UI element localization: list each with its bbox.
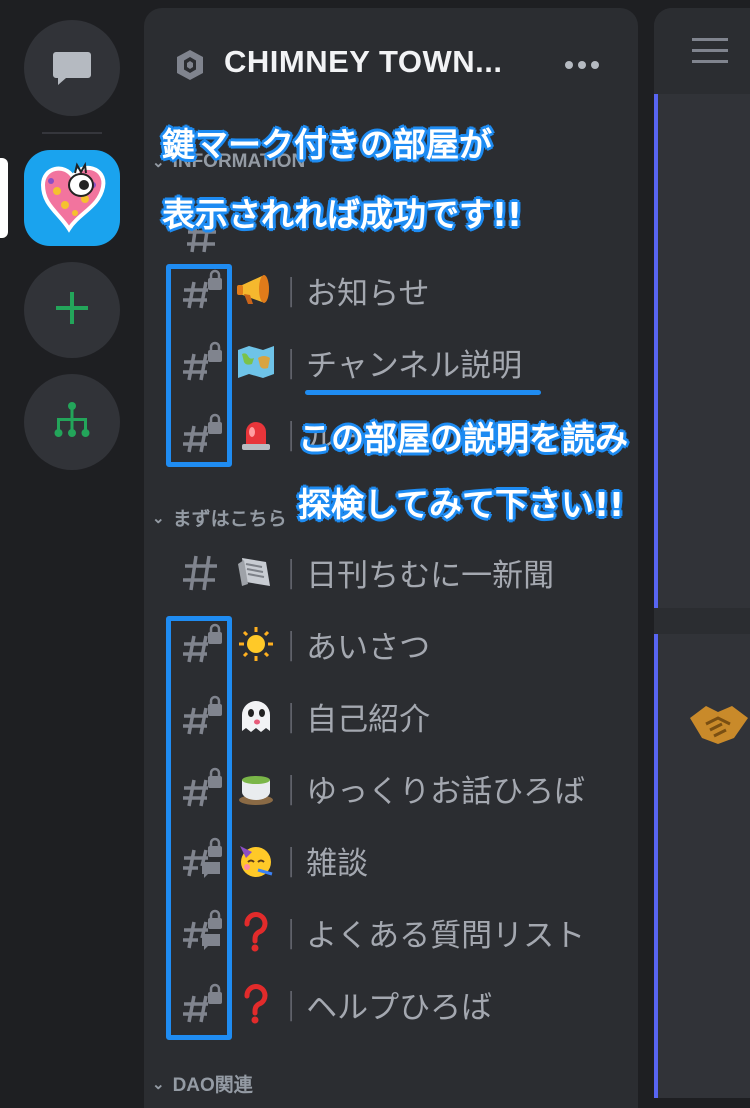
channel-divider: | — [286, 554, 297, 590]
category-start-here[interactable]: ⌄ まずはこちら — [152, 504, 287, 531]
channel-name: 雑談 — [306, 845, 369, 882]
category-label: DAO関連 — [172, 1075, 253, 1096]
channel-row[interactable]: | チャンネル説明 — [174, 332, 614, 392]
channel-divider: | — [286, 626, 297, 662]
newspaper-icon — [232, 548, 280, 596]
channel-name: あいさつ — [306, 629, 431, 666]
server-name: CHIMNEY TOWN... — [224, 44, 503, 79]
chat-area — [654, 8, 750, 1098]
channel-divider: | — [286, 842, 297, 878]
channel-name: ヘルプひろば — [306, 989, 493, 1026]
server-rail — [0, 0, 140, 1097]
annotation-top-line1: 鍵マーク付きの部屋が — [162, 125, 492, 164]
channel-divider: | — [286, 914, 297, 950]
highlight-box-locked-channels — [166, 264, 232, 467]
channel-divider: | — [286, 416, 297, 452]
channel-description-underline — [305, 390, 541, 395]
server-logo-icon — [31, 155, 113, 241]
channel-row[interactable]: | 自己紹介 — [174, 686, 614, 746]
party-face-icon — [232, 836, 280, 884]
channel-row[interactable]: | あいさつ — [174, 614, 614, 674]
channel-row[interactable]: | よくある質問リスト — [174, 902, 614, 962]
channel-name: お知らせ — [306, 275, 430, 312]
question-mark-icon — [232, 908, 280, 956]
explore-servers-button[interactable] — [24, 374, 120, 470]
chat-divider — [654, 608, 750, 634]
channel-name: よくある質問リスト — [306, 917, 586, 954]
add-server-button[interactable] — [24, 262, 120, 358]
annotation-mid-line1: この部屋の説明を読み — [298, 419, 628, 458]
channel-divider: | — [286, 272, 297, 308]
server-chimney-town-button[interactable] — [24, 150, 120, 246]
channel-row[interactable]: | 日刊ちむに一新聞 — [174, 542, 614, 602]
direct-messages-button[interactable] — [24, 20, 120, 116]
selected-server-indicator — [0, 158, 8, 238]
rail-divider — [42, 132, 102, 134]
highlight-box-locked-channels — [166, 616, 232, 1040]
channel-name: 日刊ちむに一新聞 — [306, 557, 555, 594]
channel-divider: | — [286, 770, 297, 806]
new-messages-bar — [654, 94, 658, 608]
hash-icon — [174, 544, 230, 600]
channel-row[interactable]: | ヘルプひろば — [174, 974, 614, 1034]
annotation-mid-line2: 探検してみて下さい!! — [298, 485, 625, 524]
channel-divider: | — [286, 344, 297, 380]
new-messages-bar — [654, 634, 658, 1098]
category-dao[interactable]: ⌄ DAO関連 — [152, 1070, 253, 1097]
sun-icon — [232, 620, 280, 668]
hamburger-menu-icon[interactable] — [692, 38, 728, 68]
channel-row[interactable]: | 雑談 — [174, 830, 614, 890]
green-tea-icon — [232, 764, 280, 812]
server-header[interactable]: CHIMNEY TOWN... — [144, 8, 638, 118]
question-mark-icon — [232, 980, 280, 1028]
channel-divider: | — [286, 698, 297, 734]
category-label: まずはこちら — [172, 509, 287, 530]
channel-row[interactable]: | お知らせ — [174, 260, 614, 320]
channel-divider: | — [286, 986, 297, 1022]
more-options-icon[interactable] — [564, 56, 600, 75]
annotation-top-line2: 表示されれば成功です!! — [162, 195, 523, 234]
server-boost-icon — [174, 48, 206, 86]
chevron-down-icon: ⌄ — [152, 509, 165, 527]
ghost-icon — [232, 692, 280, 740]
chevron-down-icon: ⌄ — [152, 1075, 165, 1093]
handshake-icon — [688, 698, 750, 752]
megaphone-icon — [232, 266, 280, 314]
channel-row[interactable]: | ゆっくりお話ひろば — [174, 758, 614, 818]
plus-icon — [52, 288, 92, 332]
channel-name: 自己紹介 — [306, 701, 431, 738]
channel-name: チャンネル説明 — [306, 347, 523, 384]
siren-icon — [232, 410, 280, 458]
world-map-icon — [232, 338, 280, 386]
chat-header — [654, 8, 750, 94]
chat-bubble-icon — [52, 46, 92, 90]
hub-tree-icon — [50, 398, 94, 446]
channel-name: ゆっくりお話ひろば — [306, 773, 586, 810]
